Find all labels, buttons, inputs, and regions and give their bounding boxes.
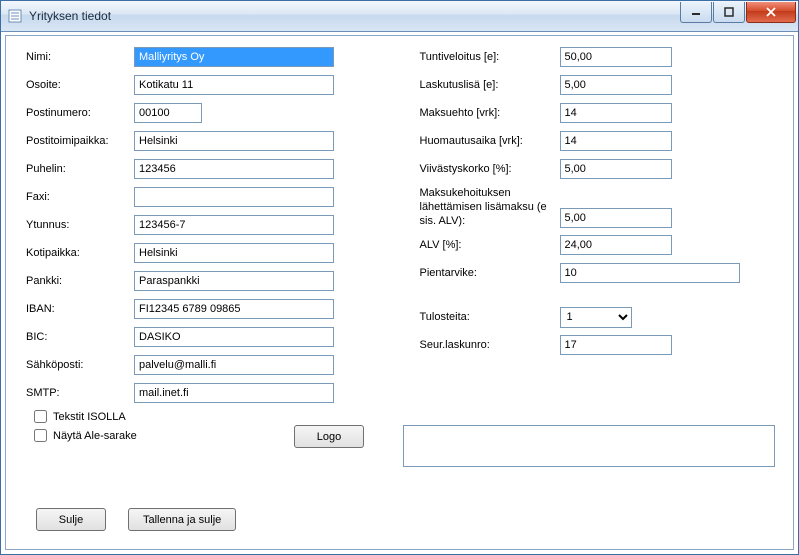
- tekstit-isolla-checkbox[interactable]: [34, 410, 47, 423]
- content-panel: Nimi: Osoite: Postinumero: Postitoimipai…: [5, 35, 794, 550]
- postinumero-input[interactable]: [134, 103, 202, 123]
- tekstit-isolla-label: Tekstit ISOLLA: [53, 411, 126, 423]
- ytunnus-input[interactable]: [134, 215, 334, 235]
- logo-button[interactable]: Logo: [294, 425, 364, 448]
- company-info-window: Yrityksen tiedot Nimi: Osoite:: [0, 0, 799, 555]
- notes-textarea[interactable]: [403, 425, 775, 467]
- tulosteita-label: Tulosteita:: [420, 310, 560, 324]
- pientarvike-input[interactable]: [560, 263, 740, 283]
- bic-input[interactable]: [134, 327, 334, 347]
- right-column: Tuntiveloitus [e]: Laskutuslisä [e]: Mak…: [420, 46, 774, 448]
- maksukehoitus-label: Maksukehoituksen lähettämisen lisämaksu …: [420, 186, 560, 228]
- minimize-button[interactable]: [680, 2, 712, 23]
- nayta-ale-label: Näytä Ale-sarake: [53, 430, 137, 442]
- maksuehto-input[interactable]: [560, 103, 672, 123]
- viivastyskorko-label: Viivästyskorko [%]:: [420, 162, 560, 176]
- postinumero-label: Postinumero:: [26, 106, 134, 120]
- tulosteita-select[interactable]: 1: [560, 307, 632, 328]
- left-column: Nimi: Osoite: Postinumero: Postitoimipai…: [26, 46, 380, 448]
- osoite-label: Osoite:: [26, 78, 134, 92]
- titlebar: Yrityksen tiedot: [1, 1, 798, 32]
- faxi-input[interactable]: [134, 187, 334, 207]
- puhelin-label: Puhelin:: [26, 162, 134, 176]
- smtp-label: SMTP:: [26, 386, 134, 400]
- pientarvike-label: Pientarvike:: [420, 266, 560, 280]
- osoite-input[interactable]: [134, 75, 334, 95]
- window-title: Yrityksen tiedot: [29, 9, 679, 23]
- sahkoposti-input[interactable]: [134, 355, 334, 375]
- laskutuslisa-label: Laskutuslisä [e]:: [420, 78, 560, 92]
- nimi-input[interactable]: [134, 47, 334, 67]
- pankki-label: Pankki:: [26, 274, 134, 288]
- nimi-label: Nimi:: [26, 50, 134, 64]
- maksukehoitus-input[interactable]: [560, 208, 672, 228]
- laskutuslisa-input[interactable]: [560, 75, 672, 95]
- window-buttons: [679, 2, 798, 22]
- maximize-button[interactable]: [713, 2, 745, 23]
- kotipaikka-label: Kotipaikka:: [26, 246, 134, 260]
- postitoimipaikka-label: Postitoimipaikka:: [26, 134, 134, 148]
- huomautusaika-input[interactable]: [560, 131, 672, 151]
- nayta-ale-checkbox[interactable]: [34, 429, 47, 442]
- tuntiveloitus-input[interactable]: [560, 47, 672, 67]
- sulje-button[interactable]: Sulje: [36, 508, 106, 531]
- bic-label: BIC:: [26, 330, 134, 344]
- ytunnus-label: Ytunnus:: [26, 218, 134, 232]
- kotipaikka-input[interactable]: [134, 243, 334, 263]
- seur-laskunro-input[interactable]: [560, 335, 672, 355]
- iban-label: IBAN:: [26, 302, 134, 316]
- faxi-label: Faxi:: [26, 190, 134, 204]
- huomautusaika-label: Huomautusaika [vrk]:: [420, 134, 560, 148]
- close-button[interactable]: [746, 2, 796, 23]
- tuntiveloitus-label: Tuntiveloitus [e]:: [420, 50, 560, 64]
- postitoimipaikka-input[interactable]: [134, 131, 334, 151]
- alv-label: ALV [%]:: [420, 238, 560, 252]
- seur-laskunro-label: Seur.laskunro:: [420, 338, 560, 352]
- puhelin-input[interactable]: [134, 159, 334, 179]
- app-icon: [7, 8, 23, 24]
- sahkoposti-label: Sähköposti:: [26, 358, 134, 372]
- pankki-input[interactable]: [134, 271, 334, 291]
- maksuehto-label: Maksuehto [vrk]:: [420, 106, 560, 120]
- alv-input[interactable]: [560, 235, 672, 255]
- tallenna-ja-sulje-button[interactable]: Tallenna ja sulje: [128, 508, 236, 531]
- viivastyskorko-input[interactable]: [560, 159, 672, 179]
- iban-input[interactable]: [134, 299, 334, 319]
- smtp-input[interactable]: [134, 383, 334, 403]
